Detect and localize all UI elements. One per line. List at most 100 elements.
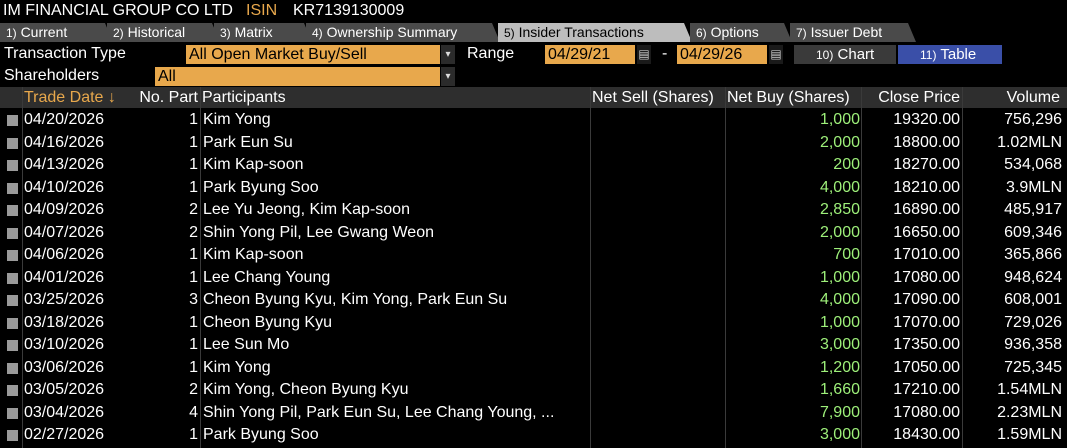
table-row[interactable]: 04/10/2026 1 Park Byung Soo 4,000 18210.00 3.… [0,177,1067,199]
cell-net-sell [592,289,722,311]
tab-insider-transactions[interactable]: 5) Insider Transactions [498,23,692,42]
table-row[interactable]: 04/06/2026 1 Kim Kap-soon 700 17010.00 365,86… [0,244,1067,266]
shareholders-select[interactable]: All [155,67,440,86]
row-select-checkbox[interactable] [7,182,18,194]
transaction-type-select[interactable]: All Open Market Buy/Sell [186,45,440,64]
cell-participants: Kim Yong [203,111,271,128]
cell-volume: 2.23MLN [997,403,1062,421]
cell-net-buy: 3,000 [819,426,860,443]
row-select-checkbox[interactable] [7,385,18,396]
table-button[interactable]: 11) Table [898,45,1002,64]
row-select-checkbox[interactable] [7,250,18,261]
cell-trade-date: 03/04/2026 [24,403,105,421]
cell-participants: Park Eun Su [203,133,293,151]
table-button-label: Table [940,46,977,63]
row-select-checkbox[interactable] [7,272,18,284]
cell-participants: Lee Chang Young [203,268,331,286]
cell-close-price: 17080.00 [893,268,960,286]
tab-current[interactable]: 1) Current [0,23,113,42]
table-row[interactable]: 03/18/2026 1 Cheon Byung Kyu 1,000 17070.00 7… [0,312,1067,334]
table-row[interactable]: 03/10/2026 1 Lee Sun Mo 3,000 17350.00 936,35… [0,334,1067,356]
cell-trade-date: 04/10/2026 [24,178,105,196]
cell-trade-date: 03/18/2026 [24,313,105,331]
cell-close-price: 18430.00 [893,426,960,443]
table-row[interactable]: 04/20/2026 1 Kim Yong 1,000 19320.00 756,296 [0,109,1067,131]
cell-close-price: 17050.00 [893,358,960,376]
col-net-sell[interactable]: Net Sell (Shares) [592,87,726,108]
tab-issuer-debt-label: Issuer Debt [810,24,883,40]
row-select-checkbox[interactable] [7,340,18,351]
col-net-buy[interactable]: Net Buy (Shares) [727,87,861,108]
table-row[interactable]: 02/27/2026 1 Park Byung Soo 3,000 18430.00 1.… [0,424,1067,446]
cell-net-buy: 1,000 [819,111,860,128]
cell-participants: Kim Yong, Cheon Byung Kyu [203,381,409,398]
col-no-part[interactable]: No. Part [124,87,198,108]
isin-value: KR7139130009 [293,2,405,19]
isin-label: ISIN [246,2,278,19]
cell-net-buy: 1,200 [819,358,860,376]
table-row[interactable]: 03/05/2026 2 Kim Yong, Cheon Byung Kyu 1,66… [0,379,1067,401]
col-close-price[interactable]: Close Price [862,87,960,108]
cell-close-price: 17090.00 [893,291,960,308]
date-to-input[interactable]: 04/29/26 [677,45,767,64]
cell-net-sell [592,267,722,289]
cell-no-part: 1 [189,246,198,263]
cell-no-part: 1 [189,358,198,376]
table-row[interactable]: 04/13/2026 1 Kim Kap-soon 200 18270.00 534,06… [0,154,1067,176]
table-row[interactable]: 03/25/2026 3 Cheon Byung Kyu, Kim Yong, Pa… [0,289,1067,311]
cell-close-price: 17350.00 [893,336,960,353]
tab-matrix[interactable]: 3) Matrix [214,23,312,42]
tab-options[interactable]: 6) Options [690,23,792,42]
tab-historical-label: Historical [127,24,186,40]
cell-volume: 936,358 [1004,336,1062,353]
cell-trade-date: 03/05/2026 [24,381,105,398]
row-select-checkbox[interactable] [7,317,18,329]
cell-close-price: 16890.00 [893,201,960,218]
row-select-checkbox[interactable] [7,295,18,306]
table-row[interactable]: 03/04/2026 4 Shin Yong Pil, Park Eun Su, L… [0,402,1067,424]
table-row[interactable]: 04/07/2026 2 Shin Yong Pil, Lee Gwang Weon… [0,222,1067,244]
date-from-input[interactable]: 04/29/21 [545,45,635,64]
calendar-to-icon[interactable]: ▤ [769,45,783,64]
row-select-checkbox[interactable] [7,137,18,149]
cell-participants: Kim Kap-soon [203,246,304,263]
tab-ownership-summary-label: Ownership Summary [326,24,458,40]
table-row[interactable]: 04/01/2026 1 Lee Chang Young 1,000 17080.00 9… [0,267,1067,289]
cell-participants: Park Byung Soo [203,426,319,443]
cell-trade-date: 03/10/2026 [24,336,105,353]
row-select-checkbox[interactable] [7,362,18,374]
row-select-checkbox[interactable] [7,430,18,441]
chart-button[interactable]: 10) Chart [794,45,896,64]
cell-volume: 3.9MLN [1005,178,1062,196]
tab-issuer-debt[interactable]: 7) Issuer Debt [790,23,916,42]
title-bar: IM FINANCIAL GROUP CO LTD ISIN KR7139130… [0,0,1067,22]
cell-net-sell [592,132,722,154]
table-row[interactable]: 04/09/2026 2 Lee Yu Jeong, Kim Kap-soon 2,8… [0,199,1067,221]
calendar-from-icon[interactable]: ▤ [637,45,651,64]
table-row[interactable]: 03/06/2026 1 Kim Yong 1,200 17050.00 725,345 [0,357,1067,379]
row-select-checkbox[interactable] [7,115,18,126]
cell-participants: Kim Yong [203,358,271,376]
cell-volume: 534,068 [1004,156,1062,173]
cell-trade-date: 04/16/2026 [24,133,105,151]
col-volume[interactable]: Volume [964,87,1060,108]
cell-net-buy: 3,000 [819,336,860,353]
row-select-checkbox[interactable] [7,227,18,239]
cell-close-price: 17080.00 [893,403,960,421]
tab-ownership-summary[interactable]: 4) Ownership Summary [306,23,500,42]
col-participants[interactable]: Participants [202,87,588,108]
table-row[interactable]: 04/16/2026 1 Park Eun Su 2,000 18800.00 1.02M… [0,132,1067,154]
cell-participants: Park Byung Soo [203,178,319,196]
tab-historical[interactable]: 2) Historical [107,23,220,42]
cell-volume: 365,866 [1004,246,1062,263]
transaction-type-dropdown-icon[interactable]: ▾ [441,45,455,64]
cell-volume: 729,026 [1004,313,1062,331]
cell-net-sell [592,402,722,424]
row-select-checkbox[interactable] [7,205,18,216]
row-select-checkbox[interactable] [7,407,18,419]
row-select-checkbox[interactable] [7,160,18,171]
cell-net-sell [592,177,722,199]
cell-volume: 609,346 [1004,223,1062,241]
col-trade-date[interactable]: Trade Date ↓ [24,87,122,108]
shareholders-dropdown-icon[interactable]: ▾ [441,67,455,86]
